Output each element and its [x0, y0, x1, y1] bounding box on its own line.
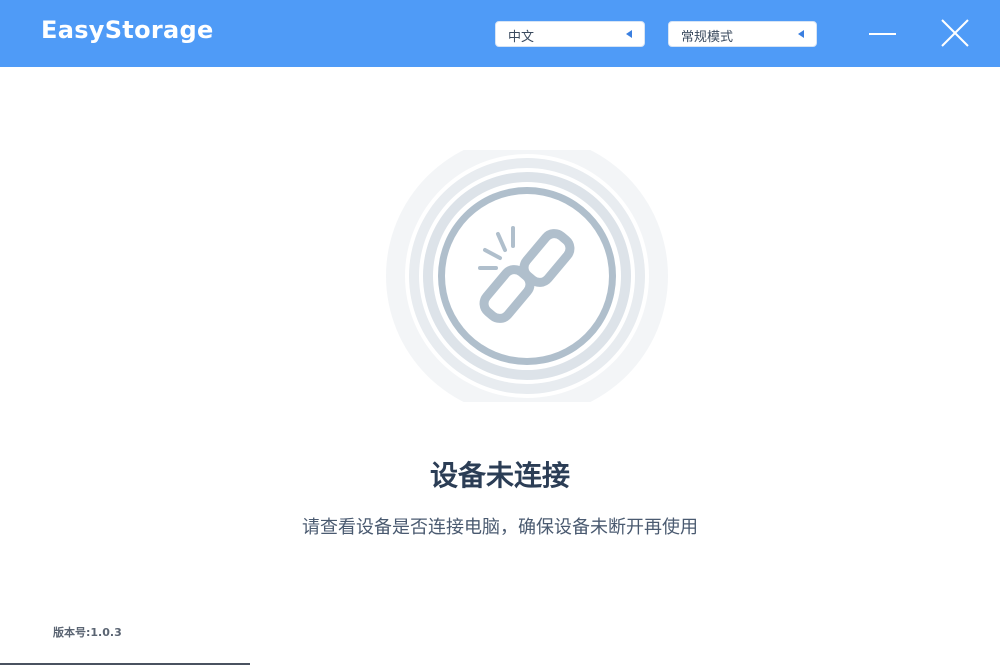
- close-icon: [941, 19, 969, 47]
- mode-select[interactable]: 常规模式: [668, 21, 817, 47]
- title-bar[interactable]: EasyStorage 中文 常规模式: [0, 0, 1000, 67]
- app-window: EasyStorage 中文 常规模式 设备未连接 请查看设备是否连接电脑，确保…: [0, 0, 1000, 666]
- version-label: 版本号:1.0.3: [53, 626, 122, 639]
- dropdown-arrow-icon: [798, 30, 804, 38]
- status-title: 设备未连接: [429, 459, 570, 492]
- minimize-button[interactable]: [859, 10, 905, 56]
- bottom-divider: [0, 663, 250, 665]
- language-select-value: 中文: [508, 30, 535, 45]
- language-select[interactable]: 中文: [495, 21, 645, 47]
- app-title: EasyStorage: [41, 16, 214, 44]
- mode-select-value: 常规模式: [681, 30, 734, 45]
- disconnected-illustration: [385, 135, 669, 417]
- close-button[interactable]: [932, 10, 978, 56]
- minimize-icon: [869, 33, 896, 35]
- status-message: 请查看设备是否连接电脑，确保设备未断开再使用: [302, 517, 698, 538]
- dropdown-arrow-icon: [626, 30, 632, 38]
